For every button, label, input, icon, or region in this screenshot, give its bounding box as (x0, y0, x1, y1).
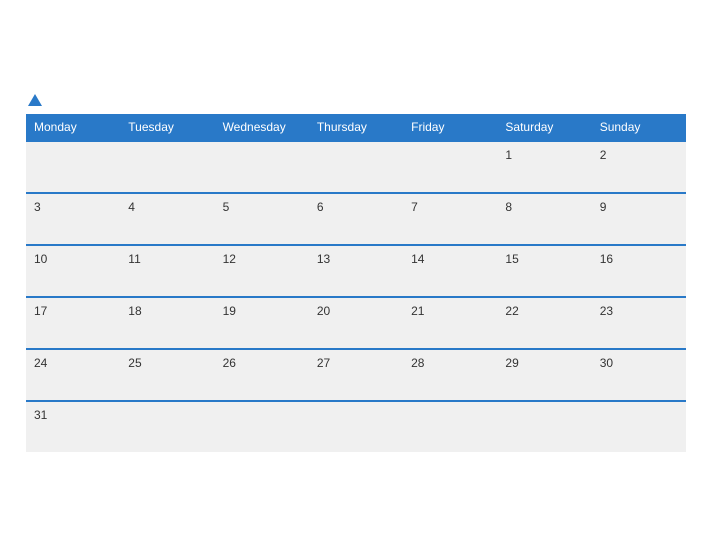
calendar-day-14: 14 (403, 245, 497, 297)
calendar-day-30: 30 (592, 349, 686, 401)
weekday-header-friday: Friday (403, 114, 497, 141)
weekday-header-saturday: Saturday (497, 114, 591, 141)
calendar-day-18: 18 (120, 297, 214, 349)
calendar-day-23: 23 (592, 297, 686, 349)
calendar-day-empty (497, 401, 591, 452)
weekday-header-sunday: Sunday (592, 114, 686, 141)
calendar-day-22: 22 (497, 297, 591, 349)
calendar-week-row: 3456789 (26, 193, 686, 245)
calendar-week-row: 10111213141516 (26, 245, 686, 297)
calendar-day-10: 10 (26, 245, 120, 297)
calendar-day-4: 4 (120, 193, 214, 245)
calendar-day-26: 26 (215, 349, 309, 401)
logo (26, 94, 42, 106)
weekday-header-monday: Monday (26, 114, 120, 141)
weekday-header-thursday: Thursday (309, 114, 403, 141)
calendar-day-empty (403, 141, 497, 193)
calendar-day-empty (120, 141, 214, 193)
calendar-day-8: 8 (497, 193, 591, 245)
calendar-week-row: 24252627282930 (26, 349, 686, 401)
calendar-week-row: 31 (26, 401, 686, 452)
calendar-day-20: 20 (309, 297, 403, 349)
calendar-day-empty (403, 401, 497, 452)
calendar-day-1: 1 (497, 141, 591, 193)
calendar-day-29: 29 (497, 349, 591, 401)
calendar-day-5: 5 (215, 193, 309, 245)
calendar-header (26, 94, 686, 106)
calendar-day-empty (592, 401, 686, 452)
calendar-day-25: 25 (120, 349, 214, 401)
calendar-day-empty (309, 401, 403, 452)
calendar-day-11: 11 (120, 245, 214, 297)
calendar-day-empty (120, 401, 214, 452)
logo-triangle-icon (28, 94, 42, 106)
calendar-day-empty (215, 141, 309, 193)
calendar-table: MondayTuesdayWednesdayThursdayFridaySatu… (26, 114, 686, 452)
calendar-day-empty (26, 141, 120, 193)
calendar-day-16: 16 (592, 245, 686, 297)
calendar-day-24: 24 (26, 349, 120, 401)
calendar-day-19: 19 (215, 297, 309, 349)
weekday-header-wednesday: Wednesday (215, 114, 309, 141)
calendar-day-6: 6 (309, 193, 403, 245)
calendar-day-27: 27 (309, 349, 403, 401)
calendar-week-row: 17181920212223 (26, 297, 686, 349)
calendar-day-empty (309, 141, 403, 193)
calendar-day-21: 21 (403, 297, 497, 349)
calendar-day-17: 17 (26, 297, 120, 349)
calendar-day-empty (215, 401, 309, 452)
calendar-day-31: 31 (26, 401, 120, 452)
calendar-day-9: 9 (592, 193, 686, 245)
calendar-day-13: 13 (309, 245, 403, 297)
calendar-day-28: 28 (403, 349, 497, 401)
weekday-header-row: MondayTuesdayWednesdayThursdayFridaySatu… (26, 114, 686, 141)
weekday-header-tuesday: Tuesday (120, 114, 214, 141)
calendar-day-7: 7 (403, 193, 497, 245)
calendar-day-2: 2 (592, 141, 686, 193)
calendar-week-row: 12 (26, 141, 686, 193)
calendar-container: MondayTuesdayWednesdayThursdayFridaySatu… (11, 84, 701, 467)
calendar-day-15: 15 (497, 245, 591, 297)
calendar-day-3: 3 (26, 193, 120, 245)
calendar-day-12: 12 (215, 245, 309, 297)
